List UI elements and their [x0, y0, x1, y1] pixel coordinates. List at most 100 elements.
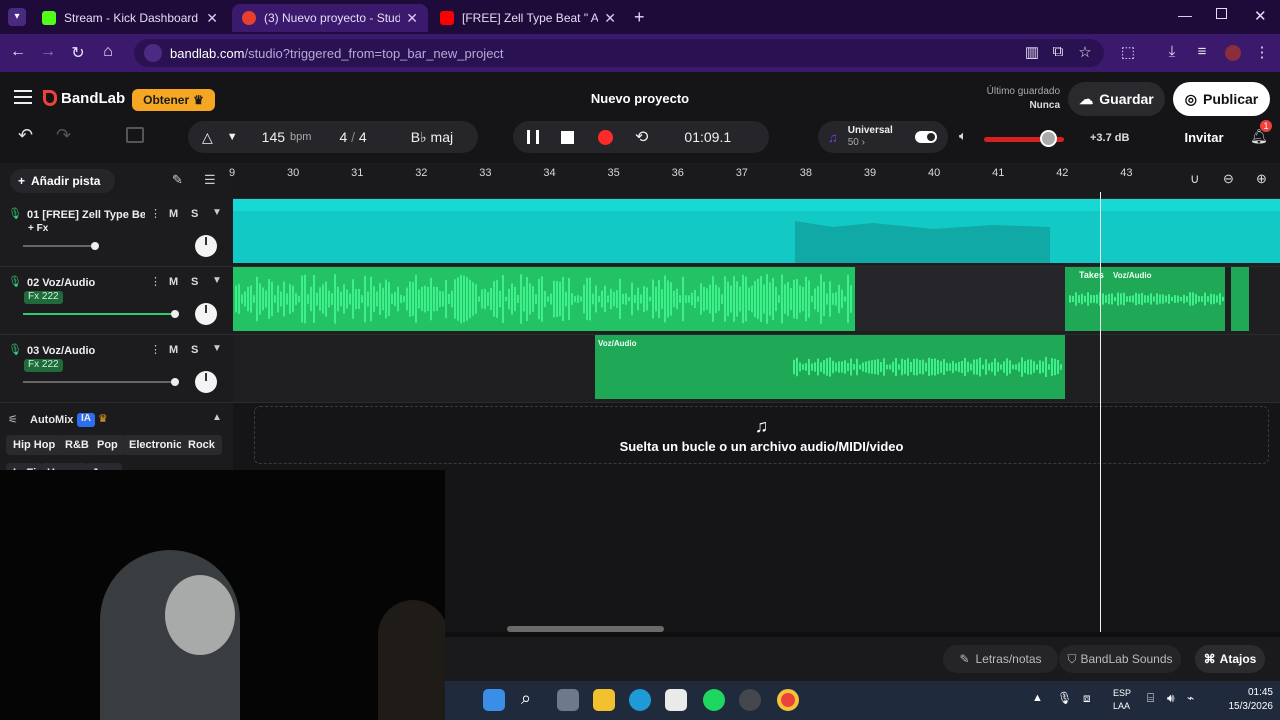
tab-bandlab[interactable]: (3) Nuevo proyecto - Studio ✕: [232, 4, 428, 32]
tempo-value[interactable]: 145: [262, 129, 285, 145]
solo-button[interactable]: S: [191, 208, 198, 220]
file-explorer-icon[interactable]: [593, 689, 615, 711]
browser-menu-icon[interactable]: ⋮: [1252, 43, 1272, 61]
volume-handle[interactable]: [171, 378, 179, 386]
chevron-down-icon[interactable]: ▼: [212, 207, 222, 218]
preset-selector[interactable]: ♫ Universal 50 ›: [818, 121, 948, 153]
chevron-down-icon[interactable]: ▼: [227, 131, 238, 143]
windows-start-icon[interactable]: [483, 689, 505, 711]
store-icon[interactable]: [665, 689, 687, 711]
tab-list-icon[interactable]: ▾: [8, 8, 26, 26]
reader-icon[interactable]: ▥: [1022, 43, 1042, 61]
stop-button[interactable]: [561, 130, 574, 144]
spotify-icon[interactable]: [703, 689, 725, 711]
track-header-3[interactable]: 🎙︎ 03 Voz/Audio ⋮ M S ▼ Fx 222: [0, 335, 233, 403]
tab-kick[interactable]: Stream - Kick Dashboard ✕: [32, 4, 228, 32]
timeline-ruler[interactable]: 9 30 31 32 33 34 35 36 37 38 39 40 41 42 43: [229, 163, 1280, 199]
track-lane-1[interactable]: [233, 199, 1280, 267]
search-icon[interactable]: ⌕: [521, 688, 531, 709]
tab-youtube[interactable]: [FREE] Zell Type Beat " ANTES D ✕: [430, 4, 626, 32]
obtener-button[interactable]: Obtener ♛: [132, 89, 215, 111]
mixer-settings-icon[interactable]: ☰: [204, 172, 216, 188]
time-signature[interactable]: 4 / 4: [339, 129, 366, 145]
edge-browser-icon[interactable]: [629, 689, 651, 711]
solo-button[interactable]: S: [191, 344, 198, 356]
volume-handle[interactable]: [91, 242, 99, 250]
profile-avatar[interactable]: [1225, 45, 1241, 61]
instrument-keys-icon[interactable]: [126, 127, 144, 143]
track-name[interactable]: 02 Voz/Audio: [27, 277, 145, 289]
clock-date[interactable]: 15/3/2026: [1215, 701, 1274, 712]
snap-magnet-icon[interactable]: ∪: [1190, 171, 1200, 187]
pan-knob[interactable]: [195, 235, 217, 257]
close-tab-icon[interactable]: ✕: [406, 10, 418, 27]
track-options-icon[interactable]: ⋮: [150, 275, 161, 288]
horizontal-scrollbar[interactable]: [507, 626, 664, 632]
microphone-icon[interactable]: 🎙︎: [8, 275, 22, 288]
hamburger-menu-icon[interactable]: [14, 90, 32, 104]
tray-mic-icon[interactable]: 🎙︎: [1057, 691, 1072, 705]
install-app-icon[interactable]: ⧉: [1048, 43, 1068, 60]
pause-button[interactable]: [527, 130, 539, 144]
track-header-2[interactable]: 🎙︎ 02 Voz/Audio ⋮ M S ▼ Fx 222: [0, 267, 233, 335]
volume-slider[interactable]: [23, 381, 173, 383]
fx-button[interactable]: Fx 222: [24, 359, 63, 372]
fx-button[interactable]: + Fx: [24, 223, 52, 236]
volume-icon[interactable]: 🔊︎: [1167, 691, 1175, 706]
volume-slider[interactable]: [23, 245, 95, 247]
mute-button[interactable]: M: [169, 208, 178, 220]
tray-display-icon[interactable]: ⧈: [1083, 691, 1091, 706]
chevron-down-icon[interactable]: ▼: [212, 275, 222, 286]
battery-icon[interactable]: ⌁: [1187, 691, 1194, 705]
close-tab-icon[interactable]: ✕: [604, 10, 616, 27]
key-signature[interactable]: B♭ maj: [411, 129, 453, 146]
obs-icon[interactable]: [739, 689, 761, 711]
site-info-icon[interactable]: [144, 44, 162, 62]
track-lane-3[interactable]: Voz/Audio: [233, 335, 1280, 403]
home-icon[interactable]: ⌂: [98, 43, 118, 61]
lyrics-button[interactable]: ✎ Letras/notas: [943, 645, 1058, 673]
mute-button[interactable]: M: [169, 344, 178, 356]
volume-handle[interactable]: [171, 310, 179, 318]
maximize-icon[interactable]: [1216, 8, 1227, 19]
microphone-icon[interactable]: 🎙︎: [8, 207, 22, 220]
back-icon[interactable]: ←: [8, 43, 28, 61]
collapse-chevron-up-icon[interactable]: ▲: [212, 412, 222, 423]
add-track-button[interactable]: + Añadir pista: [10, 169, 115, 193]
task-view-icon[interactable]: [557, 689, 579, 711]
track-options-icon[interactable]: ⋮: [150, 207, 161, 220]
invite-button[interactable]: Invitar: [1176, 130, 1232, 145]
master-volume-knob[interactable]: [1040, 130, 1057, 147]
track-header-1[interactable]: 🎙︎ 01 [FREE] Zell Type Be... ⋮ M S ▼ + F…: [0, 199, 233, 267]
genre-chip[interactable]: Hip Hop: [6, 435, 63, 455]
url-input[interactable]: bandlab.com/studio?triggered_from=top_ba…: [134, 39, 1104, 67]
genre-chip[interactable]: Rock: [181, 435, 222, 455]
volume-slider[interactable]: [23, 313, 173, 315]
genre-chip[interactable]: Pop: [90, 435, 125, 455]
beat-clip-waveform[interactable]: [233, 199, 1280, 265]
chrome-icon[interactable]: [777, 689, 799, 711]
media-controls-icon[interactable]: ≡: [1192, 43, 1212, 60]
clock-time[interactable]: 01:45: [1215, 687, 1273, 698]
language-layout[interactable]: LAA: [1113, 701, 1130, 711]
loop-icon[interactable]: ⟲: [635, 127, 648, 147]
tray-chevron-up-icon[interactable]: ▲: [1032, 692, 1043, 704]
project-title[interactable]: Nuevo proyecto: [560, 91, 720, 106]
genre-chip[interactable]: Electronic: [122, 435, 190, 455]
tempo-control[interactable]: △ ▼ 145 bpm 4 / 4 B♭ maj: [188, 121, 478, 153]
chevron-down-icon[interactable]: ▼: [212, 343, 222, 354]
edit-wand-icon[interactable]: ✎: [172, 172, 183, 188]
metronome-icon[interactable]: △: [202, 129, 213, 146]
shortcuts-button[interactable]: ⌘ Atajos: [1195, 645, 1265, 673]
speaker-icon[interactable]: 🔈︎: [959, 128, 967, 144]
undo-icon[interactable]: ↶: [18, 125, 33, 146]
track-options-icon[interactable]: ⋮: [150, 343, 161, 356]
publish-button[interactable]: ◎ Publicar: [1173, 82, 1270, 116]
bandlab-sounds-button[interactable]: ⛉ BandLab Sounds: [1059, 645, 1181, 673]
solo-button[interactable]: S: [191, 276, 198, 288]
close-window-icon[interactable]: ✕: [1254, 7, 1267, 25]
new-tab-icon[interactable]: +: [634, 7, 645, 28]
minimize-icon[interactable]: —: [1178, 7, 1192, 23]
vocal-clip-waveform[interactable]: [233, 335, 1280, 401]
bookmark-star-icon[interactable]: ☆: [1075, 43, 1095, 61]
